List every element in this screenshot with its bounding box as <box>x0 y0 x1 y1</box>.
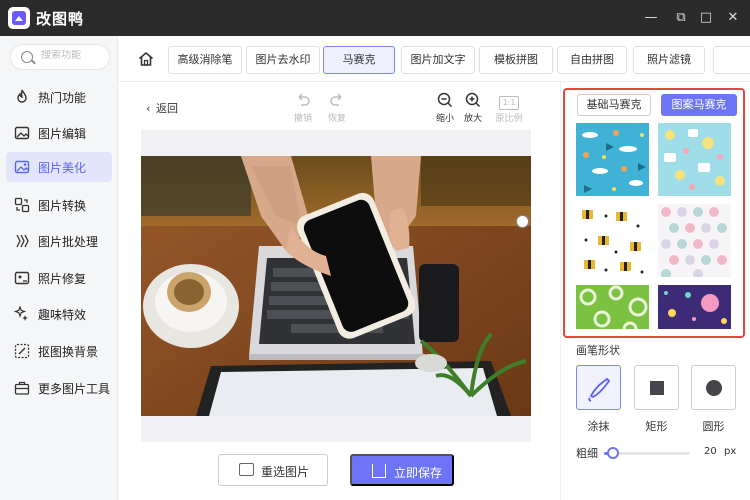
zoom-in-icon <box>458 92 488 108</box>
redo-label: 恢复 <box>327 114 346 124</box>
minimize-button[interactable]: — <box>642 9 660 27</box>
app-title: 改图鸭 <box>36 10 85 28</box>
sidebar-item-label: 图片转换 <box>38 199 87 213</box>
tab-remove-watermark[interactable]: 图片去水印 <box>246 46 320 74</box>
image-edit-icon <box>14 125 30 141</box>
convert-icon <box>14 197 30 213</box>
sidebar-item-convert[interactable]: 图片转换 <box>6 190 112 220</box>
zoom-in-label: 放大 <box>463 114 482 124</box>
sidebar-item-more-tools[interactable]: 更多图片工具 <box>6 373 112 403</box>
maximize-button[interactable]: □ <box>697 9 715 27</box>
sidebar-item-batch[interactable]: 图片批处理 <box>6 226 112 256</box>
back-button[interactable]: ‹ 返回 <box>146 100 178 116</box>
brush-shape-title: 画笔形状 <box>576 344 620 357</box>
tab-mosaic[interactable]: 马赛克 <box>323 46 395 74</box>
app-logo-icon <box>8 7 30 29</box>
circle-icon <box>692 380 737 414</box>
canvas-handle[interactable] <box>516 215 529 228</box>
pastel-dots-pattern[interactable] <box>658 204 731 277</box>
image-icon <box>239 463 254 476</box>
save-label: 立即保存 <box>394 466 443 480</box>
fire-icon <box>14 89 30 105</box>
search-input[interactable] <box>41 50 105 61</box>
undo-icon <box>288 92 318 108</box>
tab-photo-filter[interactable]: 照片滤镜 <box>633 46 705 74</box>
batch-icon <box>14 233 30 249</box>
purple-confetti-pattern[interactable] <box>658 285 731 329</box>
restore-button[interactable]: ⧉ <box>672 9 690 27</box>
tab-template-collage[interactable]: 模板拼图 <box>479 46 553 74</box>
sidebar-item-label: 照片修复 <box>38 272 87 286</box>
sidebar-item-label: 抠图换背景 <box>38 345 99 359</box>
sidebar-item-repair[interactable]: 照片修复 <box>6 263 112 293</box>
shape-rectangle-option[interactable] <box>634 365 679 410</box>
sidebar-item-effects[interactable]: 趣味特效 <box>6 299 112 329</box>
ratio-icon: 1:1 <box>498 96 520 110</box>
editor-area: ‹ 返回 撤销 恢复 缩小 放大 1:1 原比例 重选图片 立即保存 <box>118 82 560 500</box>
zoom-out-button[interactable]: 缩小 <box>430 92 460 124</box>
sidebar-item-label: 更多图片工具 <box>38 382 111 396</box>
zoom-out-icon <box>430 92 460 108</box>
toolbox-icon <box>14 380 30 396</box>
image-stage <box>141 130 531 442</box>
save-button[interactable]: 立即保存 <box>350 454 454 486</box>
sidebar-item-label: 图片批处理 <box>38 235 99 249</box>
basic-mosaic-button[interactable]: 基础马赛克 <box>577 94 651 116</box>
chevron-left-icon: ‹ <box>146 102 151 115</box>
home-icon[interactable] <box>138 51 154 67</box>
ocean-fish-pattern[interactable] <box>576 123 649 196</box>
sparkle-icon <box>13 305 30 322</box>
back-label: 返回 <box>156 102 178 115</box>
title-bar: 改图鸭 — ⧉ □ ✕ <box>0 0 750 36</box>
baby-items-pattern[interactable] <box>658 123 731 196</box>
redo-icon <box>322 92 352 108</box>
shape-circle-option[interactable] <box>691 365 736 410</box>
shape-brush-option[interactable] <box>576 365 621 410</box>
square-icon <box>635 381 680 414</box>
search-icon <box>21 51 33 63</box>
tab-free-collage[interactable]: 自由拼图 <box>557 46 627 74</box>
brush-icon <box>577 377 622 414</box>
green-rings-pattern[interactable] <box>576 285 649 329</box>
tool-tabs: 高级消除笔 图片去水印 马赛克 图片加文字 模板拼图 自由拼图 照片滤镜 <box>118 36 750 82</box>
repair-icon <box>14 270 30 286</box>
search-box[interactable] <box>10 44 110 70</box>
undo-button[interactable]: 撤销 <box>288 92 318 124</box>
brush-size-unit: px <box>724 446 737 457</box>
sidebar-item-hot[interactable]: 热门功能 <box>6 82 112 112</box>
close-button[interactable]: ✕ <box>724 9 742 27</box>
shape-circle-label: 圆形 <box>702 420 725 433</box>
cutout-icon <box>14 343 30 359</box>
sidebar-item-cutout[interactable]: 抠图换背景 <box>6 336 112 366</box>
undo-label: 撤销 <box>293 114 312 124</box>
redo-button[interactable]: 恢复 <box>322 92 352 124</box>
sidebar: 热门功能 图片编辑 图片美化 图片转换 图片批处理 照片修复 趣味特效 <box>0 36 118 500</box>
mosaic-panel: 基础马赛克 图案马赛克 画笔形状 涂抹 矩形 圆形 粗细 20 px <box>560 82 750 500</box>
tab-advanced-eraser[interactable]: 高级消除笔 <box>168 46 242 74</box>
shape-rectangle-label: 矩形 <box>645 420 668 433</box>
sidebar-item-image-edit[interactable]: 图片编辑 <box>6 118 112 148</box>
brush-size-value: 20 <box>704 446 717 457</box>
pattern-mosaic-button[interactable]: 图案马赛克 <box>661 94 737 116</box>
image-beautify-icon <box>14 159 30 175</box>
reselect-label: 重选图片 <box>261 465 310 479</box>
photo-canvas[interactable] <box>141 156 531 416</box>
zoom-in-button[interactable]: 放大 <box>458 92 488 124</box>
gift-stars-pattern[interactable] <box>576 204 649 277</box>
original-ratio-label: 原比例 <box>495 114 523 124</box>
tab-more-clipped[interactable] <box>713 46 750 74</box>
sidebar-item-label: 趣味特效 <box>38 308 87 322</box>
sidebar-item-label: 热门功能 <box>38 91 87 105</box>
sidebar-item-image-beautify[interactable]: 图片美化 <box>6 152 112 182</box>
reselect-image-button[interactable]: 重选图片 <box>218 454 328 486</box>
zoom-out-label: 缩小 <box>435 114 454 124</box>
download-icon <box>372 464 386 478</box>
brush-size-slider-thumb[interactable] <box>606 447 619 459</box>
brush-size-label: 粗细 <box>576 447 598 460</box>
shape-brush-label: 涂抹 <box>587 420 610 433</box>
sidebar-item-label: 图片编辑 <box>38 127 87 141</box>
sidebar-item-label: 图片美化 <box>38 161 87 175</box>
original-ratio-button[interactable]: 1:1 原比例 <box>494 92 524 124</box>
tab-add-text[interactable]: 图片加文字 <box>401 46 475 74</box>
